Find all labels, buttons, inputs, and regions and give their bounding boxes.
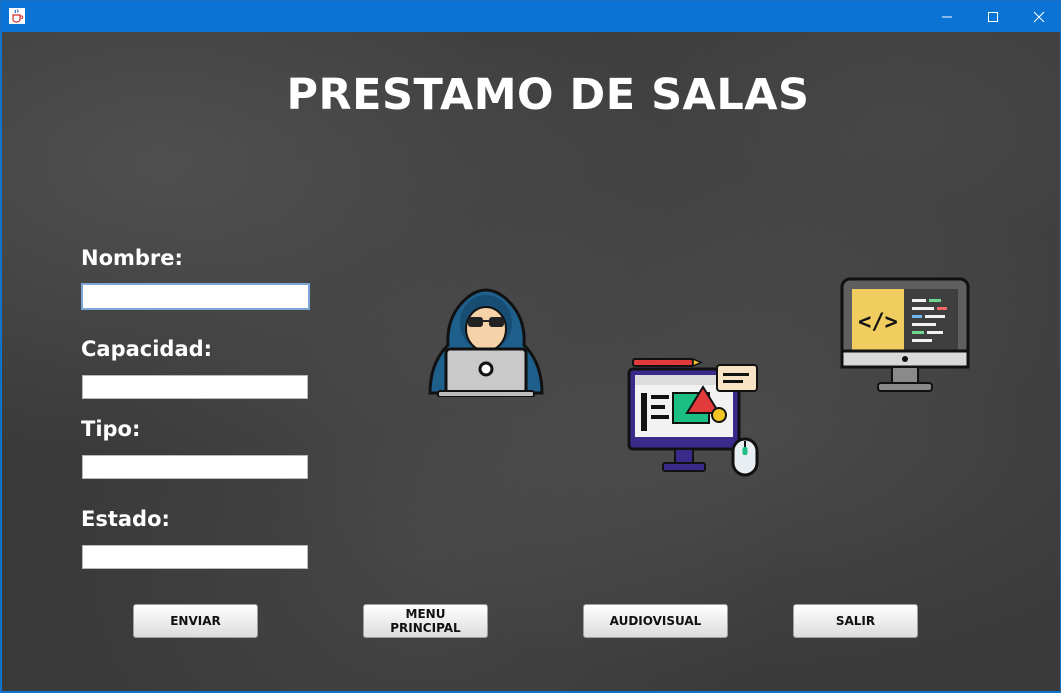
menu-principal-button[interactable]: MENU PRINCIPAL xyxy=(363,604,488,638)
capacidad-label: Capacidad: xyxy=(81,337,213,361)
svg-text:</>: </> xyxy=(858,310,898,335)
estado-label: Estado: xyxy=(81,507,170,531)
title-bar[interactable] xyxy=(1,1,1060,32)
maximize-button[interactable] xyxy=(970,1,1016,32)
nombre-label: Nombre: xyxy=(81,246,183,270)
capacidad-field[interactable] xyxy=(82,375,308,399)
salir-button[interactable]: SALIR xyxy=(793,604,918,638)
hacker-laptop-icon xyxy=(428,288,544,397)
code-monitor-icon: </> xyxy=(840,277,970,392)
tipo-label: Tipo: xyxy=(81,417,141,441)
nombre-field[interactable] xyxy=(81,283,310,310)
application-window: PRESTAMO DE SALAS Nombre: Capacidad: Tip… xyxy=(0,0,1061,693)
estado-field[interactable] xyxy=(82,545,308,569)
enviar-button[interactable]: ENVIAR xyxy=(133,604,258,638)
design-monitor-icon xyxy=(627,357,759,477)
page-title: PRESTAMO DE SALAS xyxy=(286,70,810,120)
close-button[interactable] xyxy=(1016,1,1060,32)
tipo-field[interactable] xyxy=(82,455,308,479)
minimize-icon xyxy=(942,16,952,17)
maximize-icon xyxy=(988,11,998,22)
audiovisual-button[interactable]: AUDIOVISUAL xyxy=(583,604,728,638)
minimize-button[interactable] xyxy=(924,1,970,32)
main-panel: PRESTAMO DE SALAS Nombre: Capacidad: Tip… xyxy=(2,32,1060,691)
java-cup-icon xyxy=(9,8,25,24)
close-icon xyxy=(1033,11,1045,22)
